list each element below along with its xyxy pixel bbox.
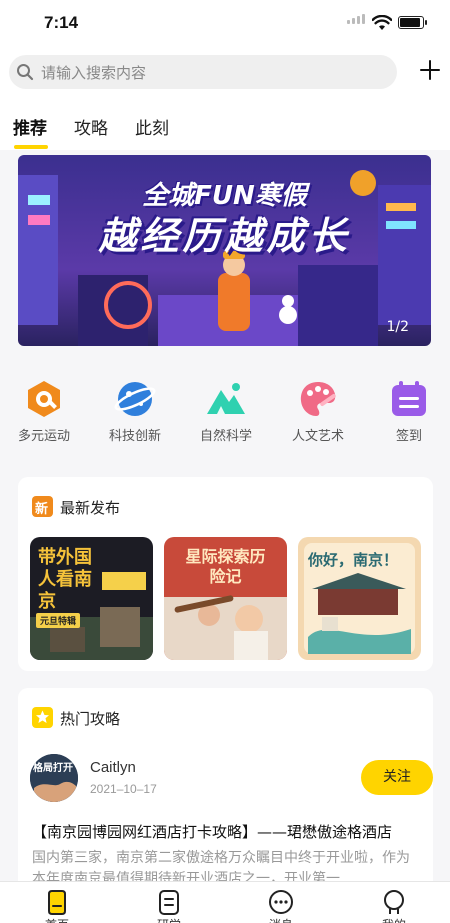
bottom-nav: 首页 研学 消息 我的 (0, 881, 450, 923)
avatar-text: 格局打开 (33, 763, 73, 774)
category-label: 自然科学 (199, 429, 252, 444)
post-date: 2021–10–17 (90, 782, 157, 796)
category-label: 人文艺术 (291, 429, 344, 444)
nav-item-study[interactable]: 研学 (129, 882, 209, 923)
latest-item-tag: 元旦特辑 (36, 613, 81, 628)
latest-item-title: 带外国人看南京 (38, 547, 92, 612)
latest-item[interactable]: 星际探索历险记 (164, 537, 287, 660)
category-label: 科技创新 (108, 429, 161, 444)
category-arts[interactable]: 人文艺术 (278, 378, 358, 444)
calendar-icon (392, 381, 426, 416)
sports-icon (28, 381, 60, 417)
nav-label: 消息 (241, 916, 321, 923)
add-icon[interactable] (420, 60, 440, 80)
latest-item[interactable]: 带外国人看南京 元旦特辑 (30, 537, 153, 660)
category-checkin[interactable]: 签到 (369, 378, 449, 444)
palette-icon (300, 382, 336, 416)
message-icon (269, 890, 293, 914)
search-icon (17, 64, 34, 81)
section-title: 最新发布 (60, 499, 121, 517)
nav-item-profile[interactable]: 我的 (354, 882, 434, 923)
content-tabs: 推荐 攻略 此刻 (0, 114, 450, 150)
category-label: 多元运动 (17, 429, 70, 444)
mountain-icon (207, 383, 245, 414)
latest-item-title: 你好，南京！ (308, 551, 399, 569)
tab-recommend[interactable]: 推荐 (13, 114, 47, 139)
nav-label: 我的 (354, 916, 434, 923)
search-input[interactable]: 请输入搜索内容 (41, 62, 146, 83)
nav-label: 研学 (129, 916, 209, 923)
tab-guides[interactable]: 攻略 (74, 114, 108, 139)
status-bar: 7:14 (0, 0, 450, 48)
banner-page-indicator: 1/2 (386, 319, 409, 335)
planet-icon (114, 382, 156, 416)
author-name[interactable]: Caitlyn (90, 759, 136, 776)
category-nature[interactable]: 自然科学 (186, 378, 266, 444)
latest-section: 新 最新发布 带外国人看南京 元旦特辑 星际探索历险记 你好，南京！ (18, 477, 433, 671)
star-icon (32, 707, 53, 728)
avatar[interactable]: 格局打开 (30, 754, 78, 802)
battery-icon (398, 16, 427, 29)
promo-banner[interactable]: 全城FUN寒假 越经历越成长 1/2 (18, 155, 431, 346)
category-grid: 多元运动 科技创新 自然科学 人文艺术 签到 (0, 378, 450, 446)
status-time: 7:14 (44, 13, 79, 32)
post-author: 格局打开 Caitlyn 2021–10–17 关注 (30, 754, 433, 806)
banner-subheadline: 越经历越成长 (98, 214, 351, 258)
category-label: 签到 (395, 429, 422, 444)
wifi-icon (372, 15, 392, 30)
profile-icon (384, 890, 404, 914)
follow-button[interactable]: 关注 (361, 760, 433, 795)
category-sports[interactable]: 多元运动 (4, 378, 84, 444)
nav-item-messages[interactable]: 消息 (241, 882, 321, 923)
search-bar[interactable]: 请输入搜索内容 (9, 55, 397, 89)
latest-item-title: 星际探索历险记 (185, 547, 266, 586)
section-title: 热门攻略 (60, 710, 121, 728)
post-title[interactable]: 【南京园博园网红酒店打卡攻略】——珺懋傲途格酒店 (32, 821, 392, 842)
header: 请输入搜索内容 推荐 攻略 此刻 (0, 48, 450, 150)
tab-moments[interactable]: 此刻 (135, 114, 169, 139)
active-tab-indicator (14, 145, 48, 149)
nav-item-home[interactable]: 首页 (17, 882, 97, 923)
study-icon (159, 890, 179, 915)
new-badge-icon: 新 (32, 496, 53, 517)
nav-label: 首页 (17, 916, 97, 923)
latest-item[interactable]: 你好，南京！ (298, 537, 421, 660)
home-icon (48, 890, 66, 915)
new-badge-label: 新 (35, 502, 49, 517)
category-tech[interactable]: 科技创新 (95, 378, 175, 444)
